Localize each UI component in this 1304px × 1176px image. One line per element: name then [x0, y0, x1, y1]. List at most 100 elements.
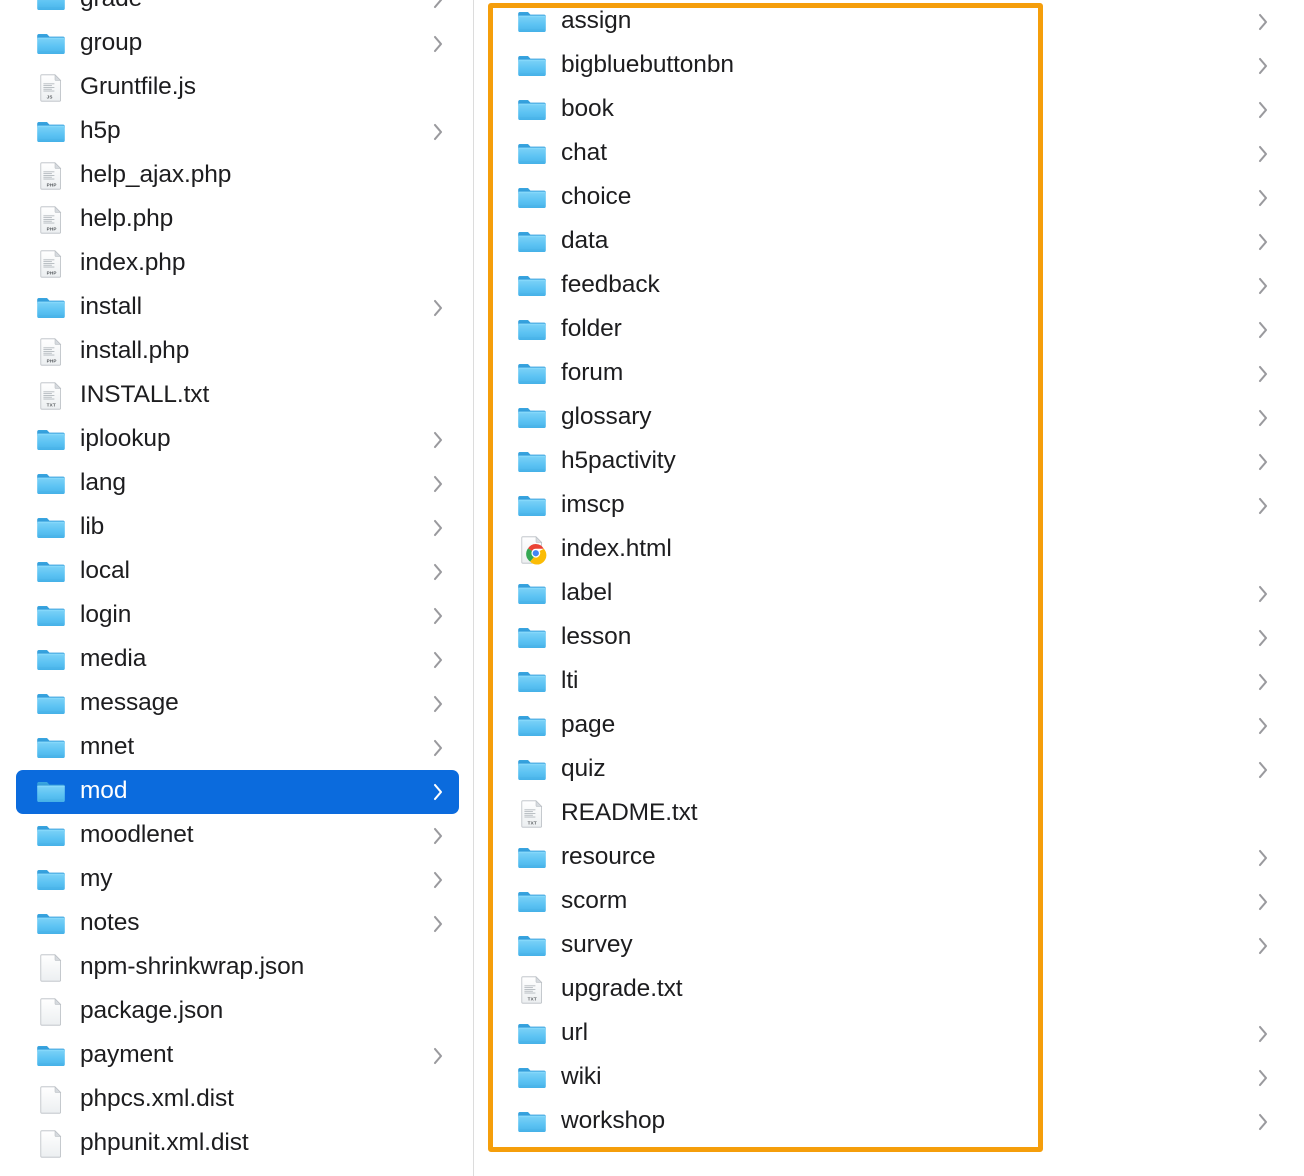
chevron-right-icon[interactable]: [431, 297, 445, 319]
file-row[interactable]: phpcs.xml.dist: [16, 1078, 459, 1122]
file-row[interactable]: quiz: [497, 748, 1290, 792]
file-row[interactable]: install: [16, 286, 459, 330]
file-row[interactable]: chat: [497, 132, 1290, 176]
file-row[interactable]: index.html: [497, 528, 1290, 572]
file-row-selected[interactable]: mod: [16, 770, 459, 814]
chevron-right-icon[interactable]: [1256, 583, 1270, 605]
file-row[interactable]: imscp: [497, 484, 1290, 528]
file-row[interactable]: resource: [497, 836, 1290, 880]
file-row[interactable]: wiki: [497, 1056, 1290, 1100]
chevron-right-icon[interactable]: [1256, 1023, 1270, 1045]
chevron-right-icon[interactable]: [1256, 759, 1270, 781]
chevron-right-icon[interactable]: [431, 913, 445, 935]
file-row[interactable]: message: [16, 682, 459, 726]
file-row[interactable]: npm-shrinkwrap.json: [16, 946, 459, 990]
folder-icon: [517, 931, 547, 961]
file-row[interactable]: PHP help_ajax.php: [16, 154, 459, 198]
file-row[interactable]: grade: [16, 0, 459, 22]
file-row[interactable]: package.json: [16, 990, 459, 1034]
file-row[interactable]: moodlenet: [16, 814, 459, 858]
chevron-right-icon[interactable]: [1256, 407, 1270, 429]
chevron-right-icon[interactable]: [431, 121, 445, 143]
file-row[interactable]: label: [497, 572, 1290, 616]
file-row[interactable]: url: [497, 1012, 1290, 1056]
file-row[interactable]: PHP install.php: [16, 330, 459, 374]
chevron-right-icon[interactable]: [431, 1045, 445, 1067]
file-row[interactable]: forum: [497, 352, 1290, 396]
chevron-right-icon[interactable]: [1256, 187, 1270, 209]
file-row[interactable]: group: [16, 22, 459, 66]
file-row[interactable]: data: [497, 220, 1290, 264]
file-browser-column-right[interactable]: assign bigbluebuttonbn book chat choice data f…: [475, 0, 1304, 1176]
file-row[interactable]: TXT upgrade.txt: [497, 968, 1290, 1012]
chevron-right-icon[interactable]: [431, 473, 445, 495]
file-row[interactable]: glossary: [497, 396, 1290, 440]
chevron-right-icon[interactable]: [1256, 935, 1270, 957]
file-row[interactable]: PHP help.php: [16, 198, 459, 242]
chevron-right-icon[interactable]: [431, 0, 445, 11]
chevron-right-icon[interactable]: [1256, 715, 1270, 737]
file-row[interactable]: lang: [16, 462, 459, 506]
file-row[interactable]: feedback: [497, 264, 1290, 308]
chevron-right-icon[interactable]: [1256, 55, 1270, 77]
file-row[interactable]: mnet: [16, 726, 459, 770]
file-row[interactable]: JS Gruntfile.js: [16, 66, 459, 110]
file-row[interactable]: choice: [497, 176, 1290, 220]
file-row[interactable]: notes: [16, 902, 459, 946]
chevron-right-icon[interactable]: [431, 737, 445, 759]
chevron-right-icon[interactable]: [431, 825, 445, 847]
file-row[interactable]: h5p: [16, 110, 459, 154]
chevron-right-icon[interactable]: [1256, 627, 1270, 649]
file-row[interactable]: TXT README.txt: [497, 792, 1290, 836]
file-row[interactable]: lesson: [497, 616, 1290, 660]
chevron-right-icon[interactable]: [431, 429, 445, 451]
file-row[interactable]: assign: [497, 0, 1290, 44]
file-row[interactable]: phpunit.xml.dist: [16, 1122, 459, 1166]
chevron-right-icon[interactable]: [1256, 275, 1270, 297]
file-row[interactable]: local: [16, 550, 459, 594]
file-row[interactable]: folder: [497, 308, 1290, 352]
chevron-right-icon[interactable]: [1256, 11, 1270, 33]
chevron-right-icon[interactable]: [431, 869, 445, 891]
chevron-right-icon[interactable]: [431, 561, 445, 583]
file-row[interactable]: bigbluebuttonbn: [497, 44, 1290, 88]
chevron-right-icon[interactable]: [1256, 363, 1270, 385]
file-row[interactable]: media: [16, 638, 459, 682]
file-row[interactable]: iplookup: [16, 418, 459, 462]
file-row[interactable]: lti: [497, 660, 1290, 704]
chevron-right-icon[interactable]: [1256, 319, 1270, 341]
file-row[interactable]: PHP index.php: [16, 242, 459, 286]
file-row-label: survey: [561, 932, 633, 958]
chevron-right-icon[interactable]: [1256, 99, 1270, 121]
file-row[interactable]: my: [16, 858, 459, 902]
file-row[interactable]: book: [497, 88, 1290, 132]
chevron-right-icon[interactable]: [431, 33, 445, 55]
chevron-right-icon[interactable]: [1256, 891, 1270, 913]
chevron-right-icon[interactable]: [431, 781, 445, 803]
file-row[interactable]: lib: [16, 506, 459, 550]
chevron-right-icon[interactable]: [431, 517, 445, 539]
chevron-right-icon[interactable]: [1256, 495, 1270, 517]
chevron-right-icon[interactable]: [1256, 1111, 1270, 1133]
php-file-icon: PHP: [36, 249, 66, 279]
file-browser-column-left[interactable]: grade group JS Gruntfile.js h5p PHP help_ajax.…: [0, 0, 474, 1176]
chevron-right-icon[interactable]: [431, 693, 445, 715]
chevron-right-icon[interactable]: [1256, 847, 1270, 869]
file-row[interactable]: login: [16, 594, 459, 638]
file-row[interactable]: payment: [16, 1034, 459, 1078]
file-row[interactable]: scorm: [497, 880, 1290, 924]
chevron-right-icon[interactable]: [431, 605, 445, 627]
chevron-right-icon[interactable]: [1256, 231, 1270, 253]
file-row[interactable]: TXT INSTALL.txt: [16, 374, 459, 418]
chevron-right-icon[interactable]: [1256, 671, 1270, 693]
chevron-right-icon[interactable]: [1256, 1067, 1270, 1089]
chevron-right-icon[interactable]: [431, 649, 445, 671]
file-row-label: mod: [80, 778, 128, 804]
file-row[interactable]: page: [497, 704, 1290, 748]
chevron-right-icon[interactable]: [1256, 143, 1270, 165]
file-row[interactable]: workshop: [497, 1100, 1290, 1144]
file-row[interactable]: h5pactivity: [497, 440, 1290, 484]
folder-icon: [517, 51, 547, 81]
file-row[interactable]: survey: [497, 924, 1290, 968]
chevron-right-icon[interactable]: [1256, 451, 1270, 473]
